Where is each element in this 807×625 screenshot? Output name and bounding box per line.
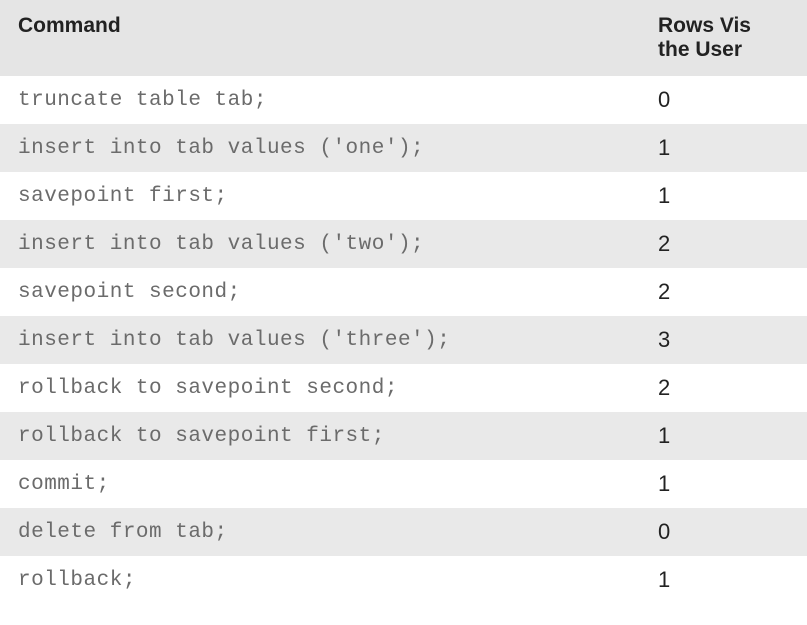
header-rows-line2: the User (658, 38, 742, 61)
rows-cell: 2 (640, 220, 807, 268)
command-cell: rollback; (0, 556, 640, 604)
command-cell: savepoint second; (0, 268, 640, 316)
table-row: rollback; 1 (0, 556, 807, 604)
command-cell: truncate table tab; (0, 76, 640, 124)
sql-commands-table: Command Rows Vis the User truncate table… (0, 0, 807, 604)
header-rows-visible: Rows Vis the User (640, 0, 807, 76)
table-row: insert into tab values ('three'); 3 (0, 316, 807, 364)
rows-cell: 1 (640, 172, 807, 220)
header-command: Command (0, 0, 640, 76)
table-row: commit; 1 (0, 460, 807, 508)
rows-cell: 0 (640, 508, 807, 556)
table-row: rollback to savepoint first; 1 (0, 412, 807, 460)
rows-cell: 1 (640, 556, 807, 604)
rows-cell: 1 (640, 124, 807, 172)
rows-cell: 1 (640, 460, 807, 508)
command-cell: insert into tab values ('two'); (0, 220, 640, 268)
command-cell: insert into tab values ('three'); (0, 316, 640, 364)
table-row: savepoint first; 1 (0, 172, 807, 220)
command-cell: insert into tab values ('one'); (0, 124, 640, 172)
command-cell: commit; (0, 460, 640, 508)
command-cell: savepoint first; (0, 172, 640, 220)
table-row: savepoint second; 2 (0, 268, 807, 316)
command-cell: rollback to savepoint second; (0, 364, 640, 412)
rows-cell: 0 (640, 76, 807, 124)
rows-cell: 1 (640, 412, 807, 460)
rows-cell: 2 (640, 268, 807, 316)
table-row: rollback to savepoint second; 2 (0, 364, 807, 412)
table-row: truncate table tab; 0 (0, 76, 807, 124)
header-rows-line1: Rows Vis (658, 14, 751, 37)
table-header-row: Command Rows Vis the User (0, 0, 807, 76)
command-cell: rollback to savepoint first; (0, 412, 640, 460)
table-row: insert into tab values ('one'); 1 (0, 124, 807, 172)
rows-cell: 2 (640, 364, 807, 412)
table-row: insert into tab values ('two'); 2 (0, 220, 807, 268)
table-row: delete from tab; 0 (0, 508, 807, 556)
command-cell: delete from tab; (0, 508, 640, 556)
rows-cell: 3 (640, 316, 807, 364)
table-body: truncate table tab; 0 insert into tab va… (0, 76, 807, 604)
